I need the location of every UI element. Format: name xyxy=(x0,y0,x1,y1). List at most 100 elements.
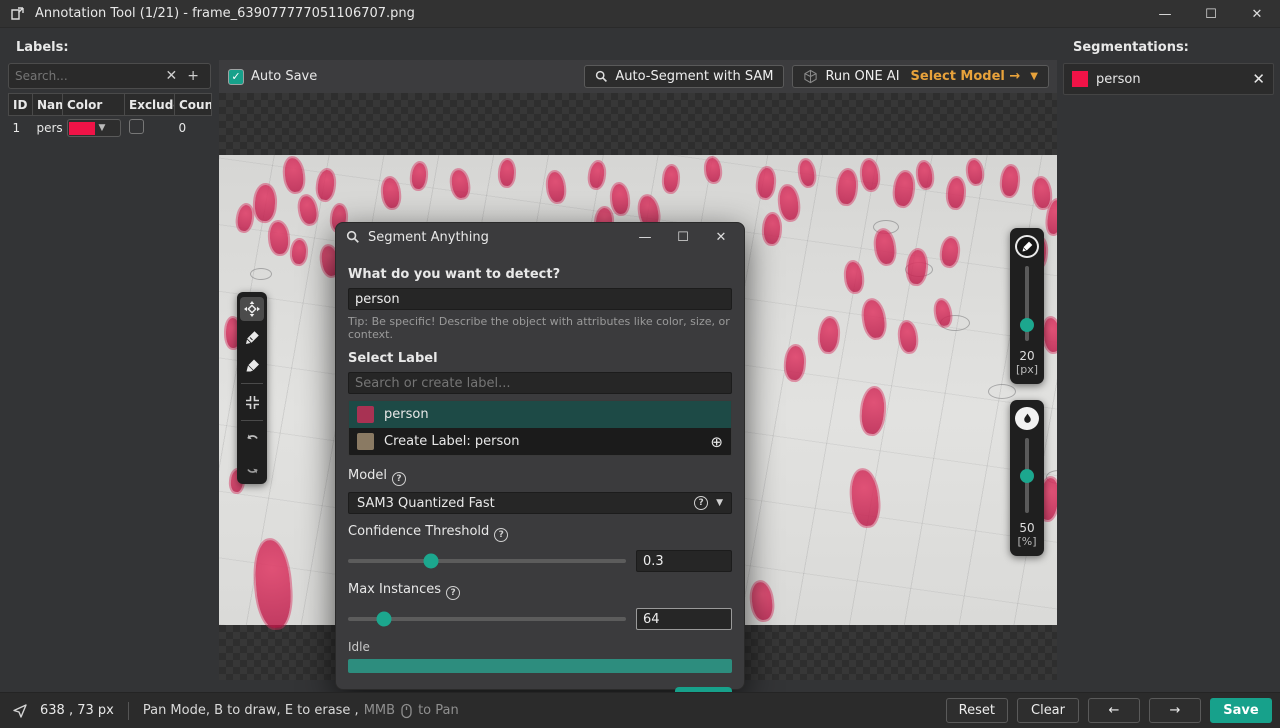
chevron-down-icon: ▼ xyxy=(99,123,106,133)
person-mask xyxy=(499,160,515,187)
person-mask xyxy=(917,161,934,188)
segment-anything-dialog: Segment Anything — ☐ ✕ What do you want … xyxy=(335,222,745,690)
help-icon[interactable]: ? xyxy=(694,496,708,510)
save-button[interactable]: Save xyxy=(1210,698,1272,723)
max-instances-slider-track[interactable] xyxy=(348,617,626,621)
person-mask xyxy=(906,249,927,285)
select-model-chevron-icon: ▼ xyxy=(1030,71,1038,82)
help-icon[interactable]: ? xyxy=(392,472,406,486)
reset-button[interactable]: Reset xyxy=(946,698,1008,723)
run-one-ai-button[interactable]: Run ONE AI Select Model → ▼ xyxy=(792,65,1049,88)
labels-heading: Labels: xyxy=(0,28,219,63)
app-icon xyxy=(10,6,25,21)
toolbar-divider xyxy=(241,383,263,384)
dialog-title-bar[interactable]: Segment Anything — ☐ ✕ xyxy=(336,223,744,251)
person-mask xyxy=(874,229,896,265)
drawing-tools-toolbar xyxy=(237,292,267,484)
label-search-input[interactable] xyxy=(348,372,732,394)
opacity-slider[interactable]: 50 [%] xyxy=(1010,400,1044,556)
person-mask xyxy=(611,183,629,214)
confidence-label: Confidence Threshold? xyxy=(348,524,732,542)
fit-view-button[interactable] xyxy=(240,390,264,414)
select-model-label[interactable]: Select Model → xyxy=(911,69,1021,84)
add-label-button[interactable]: + xyxy=(182,68,204,84)
brush-size-slider[interactable]: 20 [px] xyxy=(1010,228,1044,384)
close-button[interactable]: ✕ xyxy=(1234,0,1280,28)
col-id: ID xyxy=(9,94,33,116)
label-count: 0 xyxy=(175,116,212,141)
hint-main: Pan Mode, B to draw, E to erase , xyxy=(143,703,359,718)
auto-save-toggle[interactable]: ✓ Auto Save xyxy=(228,69,317,85)
person-mask xyxy=(785,345,806,380)
search-icon xyxy=(595,70,608,83)
dialog-close-button[interactable]: ✕ xyxy=(706,225,736,249)
minimize-button[interactable]: — xyxy=(1142,0,1188,28)
auto-save-checkbox[interactable]: ✓ xyxy=(228,69,244,85)
confidence-value-input[interactable] xyxy=(636,550,732,572)
model-select[interactable]: SAM3 Quantized Fast ? ▼ xyxy=(348,492,732,514)
opacity-track[interactable] xyxy=(1025,438,1029,513)
segmentation-item[interactable]: person ✕ xyxy=(1064,64,1273,94)
segmentation-remove-icon[interactable]: ✕ xyxy=(1252,70,1265,88)
statusbar-hint: Pan Mode, B to draw, E to erase , MMB to… xyxy=(143,703,459,719)
help-icon[interactable]: ? xyxy=(446,586,460,600)
model-label: Model? xyxy=(348,468,732,486)
detect-tip: Tip: Be specific! Describe the object wi… xyxy=(348,315,732,341)
person-mask xyxy=(860,387,887,435)
label-id: 1 xyxy=(9,116,33,141)
redo-icon xyxy=(244,459,261,476)
search-icon xyxy=(346,230,360,244)
max-instances-slider-thumb[interactable] xyxy=(377,612,392,627)
labels-search-clear-icon[interactable]: ✕ xyxy=(161,68,183,84)
next-frame-button[interactable]: → xyxy=(1149,698,1201,723)
label-name[interactable]: person xyxy=(33,116,63,141)
person-mask xyxy=(940,237,960,267)
opacity-unit: [%] xyxy=(1017,535,1036,548)
person-mask xyxy=(861,299,886,339)
person-mask xyxy=(934,299,952,327)
opacity-thumb[interactable] xyxy=(1020,469,1034,483)
undo-icon xyxy=(244,431,261,448)
maximize-button[interactable]: ☐ xyxy=(1188,0,1234,28)
person-mask xyxy=(705,157,721,182)
col-name: Name xyxy=(33,94,63,116)
label-option-person[interactable]: person xyxy=(349,401,731,428)
person-mask xyxy=(756,167,776,199)
redo-button[interactable] xyxy=(240,455,264,479)
label-color-swatch xyxy=(69,122,95,135)
brush-size-thumb[interactable] xyxy=(1020,318,1034,332)
auto-segment-sam-label: Auto-Segment with SAM xyxy=(615,69,773,84)
labels-search-input[interactable] xyxy=(15,69,161,83)
dialog-minimize-button[interactable]: — xyxy=(630,225,660,249)
detect-input[interactable] xyxy=(348,288,732,310)
help-icon[interactable]: ? xyxy=(494,528,508,542)
hint-tail: to Pan xyxy=(418,703,459,718)
person-mask xyxy=(967,159,984,185)
label-color-dropdown[interactable]: ▼ xyxy=(67,119,121,137)
undo-button[interactable] xyxy=(240,427,264,451)
add-circle-icon[interactable]: ⊕ xyxy=(710,433,723,451)
person-mask xyxy=(893,171,916,207)
previous-frame-button[interactable]: ← xyxy=(1088,698,1140,723)
confidence-slider-thumb[interactable] xyxy=(424,554,439,569)
person-mask xyxy=(798,159,815,187)
detect-question-label: What do you want to detect? xyxy=(348,267,732,282)
col-color: Color xyxy=(63,94,125,116)
brush-size-track[interactable] xyxy=(1025,266,1029,341)
person-mask xyxy=(778,185,799,221)
pan-tool-button[interactable] xyxy=(240,297,264,321)
label-option-create[interactable]: Create Label: person ⊕ xyxy=(349,428,731,455)
label-exclude-checkbox[interactable] xyxy=(129,119,144,134)
dialog-maximize-button[interactable]: ☐ xyxy=(668,225,698,249)
confidence-slider-track[interactable] xyxy=(348,559,626,563)
clear-button[interactable]: Clear xyxy=(1017,698,1079,723)
eraser-tool-button[interactable] xyxy=(240,353,264,377)
person-mask xyxy=(269,221,289,254)
brush-tool-button[interactable] xyxy=(240,325,264,349)
fit-view-icon xyxy=(244,394,261,411)
max-instances-value-input[interactable] xyxy=(636,608,732,630)
title-bar: Annotation Tool (1/21) - frame_639077777… xyxy=(0,0,1280,28)
annotation-tool-window: Annotation Tool (1/21) - frame_639077777… xyxy=(0,0,1280,728)
person-mask xyxy=(947,177,966,208)
auto-segment-sam-button[interactable]: Auto-Segment with SAM xyxy=(584,65,784,88)
